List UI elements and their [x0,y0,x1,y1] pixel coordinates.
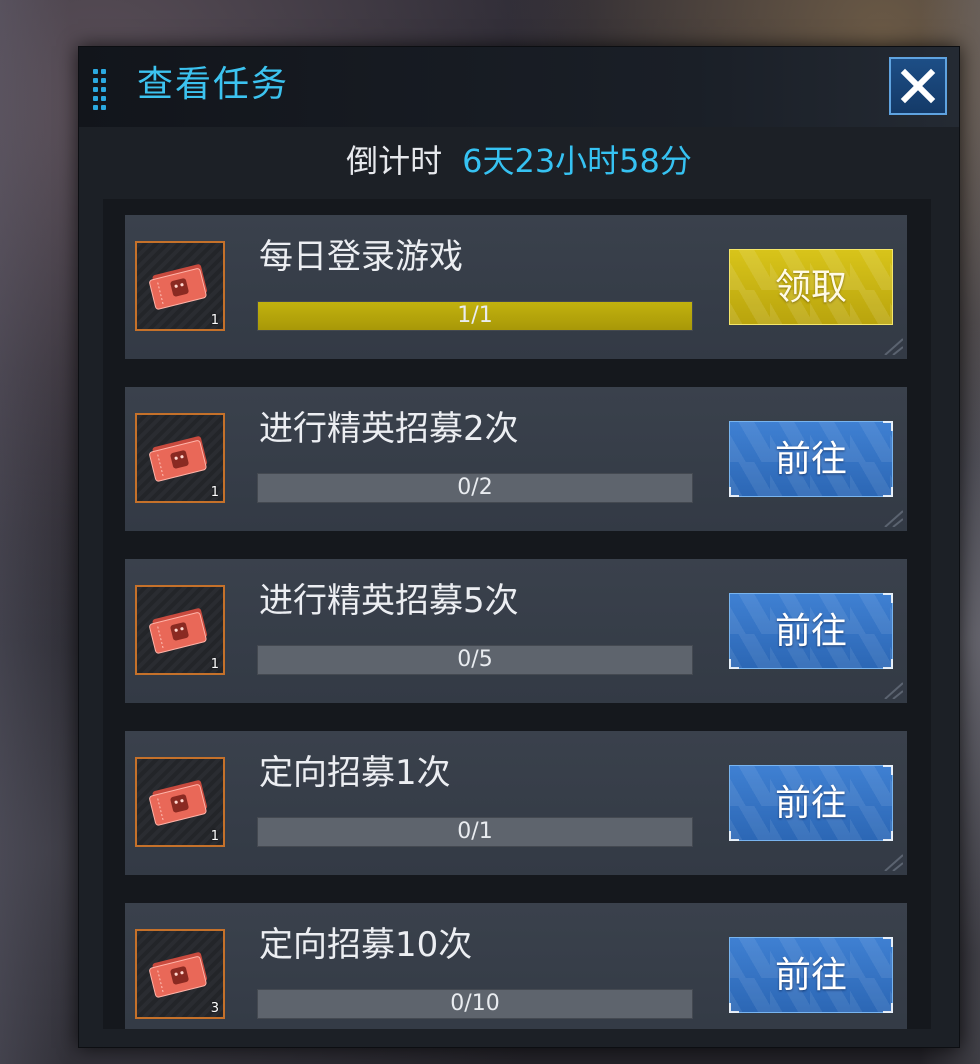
task-item: 1 每日登录游戏 1/1 领取 [125,215,907,359]
ticket-icon [149,436,208,482]
corner-decoration [884,510,903,527]
reward-item[interactable]: 1 [135,757,225,847]
progress-text: 1/1 [457,303,493,328]
reward-item[interactable]: 1 [135,413,225,503]
countdown: 倒计时 6天23小时58分 [79,139,959,183]
task-name: 定向招募1次 [259,753,451,793]
progress-text: 0/10 [450,991,500,1016]
task-item: 3 定向招募10次 0/10 前往 [125,903,907,1029]
grip-icon [93,69,109,117]
ticket-icon [149,264,208,310]
progress-bar: 0/1 [257,817,693,847]
task-list[interactable]: 1 每日登录游戏 1/1 领取 1 进行精英招募2次 0/2 前往 1 进行精英… [103,199,931,1029]
countdown-value: 6天23小时58分 [462,142,692,180]
reward-count: 1 [210,657,219,672]
corner-decoration [884,338,903,355]
corner-decoration [884,682,903,699]
ticket-icon [149,780,208,826]
goto-button-label: 前往 [774,439,847,480]
goto-button-label: 前往 [774,955,847,996]
task-name: 进行精英招募2次 [259,409,519,449]
progress-text: 0/2 [457,475,493,500]
goto-button[interactable]: 前往 [729,593,893,669]
reward-item[interactable]: 1 [135,241,225,331]
reward-count: 1 [210,485,219,500]
reward-item[interactable]: 3 [135,929,225,1019]
countdown-label: 倒计时 [346,142,443,180]
goto-button[interactable]: 前往 [729,421,893,497]
claim-button[interactable]: 领取 [729,249,893,325]
reward-item[interactable]: 1 [135,585,225,675]
goto-button-label: 前往 [774,783,847,824]
panel-title: 查看任务 [137,64,290,105]
progress-bar: 0/10 [257,989,693,1019]
close-icon [900,68,936,104]
progress-text: 0/1 [457,819,493,844]
ticket-icon [149,952,208,998]
goto-button[interactable]: 前往 [729,937,893,1013]
goto-button[interactable]: 前往 [729,765,893,841]
title-bar: 查看任务 [79,47,959,127]
background-left [0,0,70,1064]
goto-button-label: 前往 [774,611,847,652]
task-name: 定向招募10次 [259,925,473,965]
progress-bar: 1/1 [257,301,693,331]
reward-count: 1 [210,313,219,328]
task-name: 每日登录游戏 [259,237,463,277]
task-item: 1 定向招募1次 0/1 前往 [125,731,907,875]
progress-text: 0/5 [457,647,493,672]
task-item: 1 进行精英招募2次 0/2 前往 [125,387,907,531]
task-name: 进行精英招募5次 [259,581,519,621]
task-panel: 查看任务 倒计时 6天23小时58分 1 每日登录游戏 1/1 领取 1 进行精… [78,46,960,1048]
reward-count: 1 [210,829,219,844]
close-button[interactable] [889,57,947,115]
progress-bar: 0/2 [257,473,693,503]
progress-bar: 0/5 [257,645,693,675]
task-item: 1 进行精英招募5次 0/5 前往 [125,559,907,703]
reward-count: 3 [210,1001,219,1016]
corner-decoration [884,854,903,871]
ticket-icon [149,608,208,654]
